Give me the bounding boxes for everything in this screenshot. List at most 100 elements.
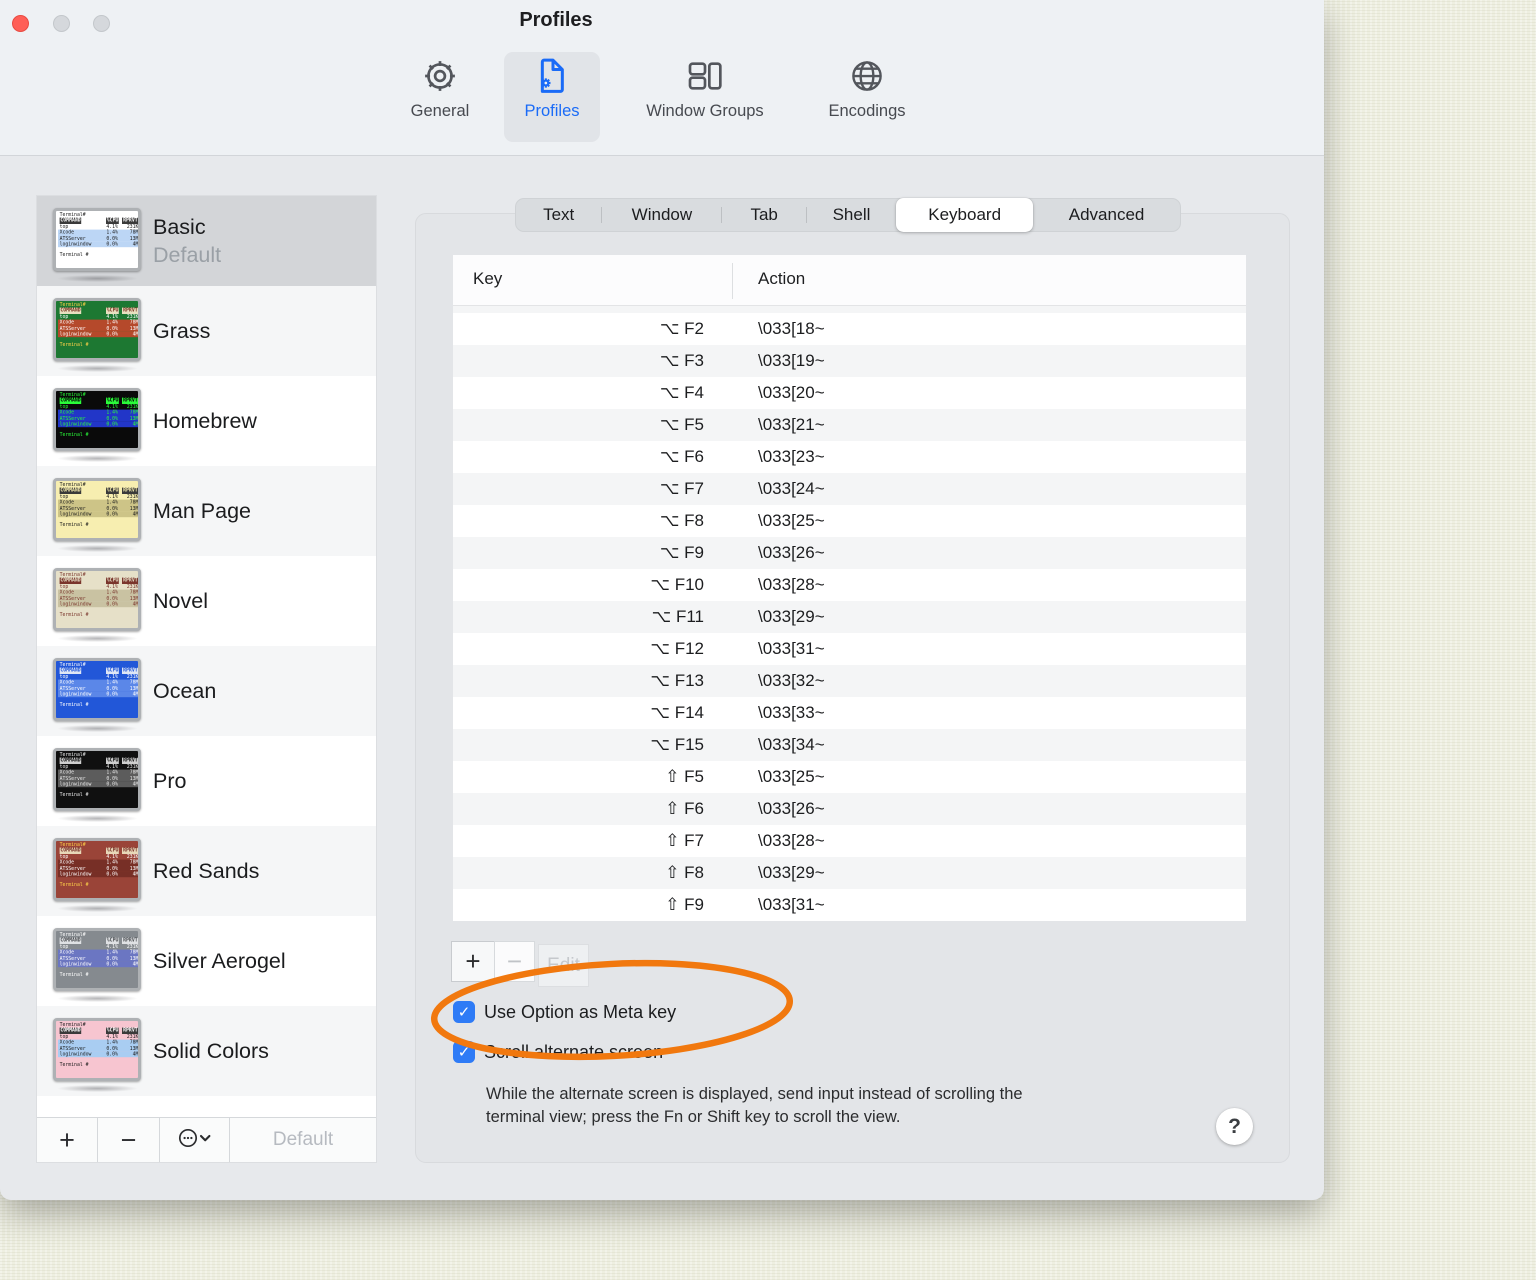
- key-cell: ⌥ F11: [651, 607, 704, 626]
- terminal-preview: Terminal# COMMAND %CPU RPRVT top 4.1% 231K Xcod…: [58, 212, 138, 268]
- terminal-preview-cell: loginwindow: [59, 871, 92, 878]
- key-mapping-row[interactable]: ⌥ F15 \033[34~: [453, 729, 1246, 761]
- key-mapping-row[interactable]: ⌥ F14 \033[33~: [453, 697, 1246, 729]
- action-cell: \033[26~: [758, 543, 825, 562]
- profile-row-grass[interactable]: Terminal# COMMAND %CPU RPRVT top 4.1% 231K Xcod…: [37, 286, 376, 376]
- profile-row-man-page[interactable]: Terminal# COMMAND %CPU RPRVT top 4.1% 231K Xcod…: [37, 466, 376, 556]
- tab-text[interactable]: Text: [516, 199, 601, 231]
- toolbar-item-encodings[interactable]: Encodings: [810, 52, 924, 142]
- toolbar-item-window-groups[interactable]: Window Groups: [622, 52, 788, 142]
- thumbnail-shadow: [58, 545, 137, 552]
- profile-row-homebrew[interactable]: Terminal# COMMAND %CPU RPRVT top 4.1% 231K Xcod…: [37, 376, 376, 466]
- terminal-preview: Terminal# COMMAND %CPU RPRVT top 4.1% 231K Xcod…: [58, 482, 138, 538]
- profile-name: Red Sands: [153, 858, 260, 883]
- key-mapping-row[interactable]: ⌥ F8 \033[25~: [453, 505, 1246, 537]
- titlebar: Profiles General Profiles Window Groups Enc…: [0, 0, 1324, 156]
- terminal-preview-prompt: Terminal #: [59, 432, 89, 438]
- terminal-preview-cell: 4M: [132, 871, 139, 878]
- profile-name: Solid Colors: [153, 1038, 269, 1063]
- thumbnail-shadow: [58, 365, 137, 372]
- toolbar-item-profiles[interactable]: Profiles: [504, 52, 600, 142]
- key-cell: ⇧ F5: [665, 767, 704, 786]
- add-key-mapping-button[interactable]: +: [451, 941, 495, 982]
- terminal-preview-cell: 4M: [132, 691, 139, 698]
- action-cell: \033[23~: [758, 447, 825, 466]
- key-mapping-row[interactable]: ⌥ F5 \033[21~: [453, 409, 1246, 441]
- action-cell: \033[31~: [758, 895, 825, 914]
- key-cell: ⌥ F7: [659, 479, 704, 498]
- table-header: Key Action: [453, 255, 1246, 306]
- add-profile-button[interactable]: +: [37, 1118, 98, 1162]
- profile-thumbnail: Terminal# COMMAND %CPU RPRVT top 4.1% 231K Xcod…: [53, 298, 141, 361]
- scroll-alternate-screen-checkbox[interactable]: [453, 1041, 475, 1063]
- terminal-preview-cell: loginwindow: [59, 961, 92, 968]
- set-default-button[interactable]: Default: [230, 1118, 376, 1162]
- profile-thumbnail: Terminal# COMMAND %CPU RPRVT top 4.1% 231K Xcod…: [53, 208, 141, 271]
- use-option-as-meta-key-checkbox[interactable]: [453, 1001, 475, 1023]
- action-column-header: Action: [758, 269, 806, 288]
- toolbar-item-general[interactable]: General: [398, 52, 482, 142]
- profile-row-red-sands[interactable]: Terminal# COMMAND %CPU RPRVT top 4.1% 231K Xcod…: [37, 826, 376, 916]
- key-mapping-row[interactable]: ⇧ F9 \033[31~: [453, 889, 1246, 921]
- key-mapping-row[interactable]: ⌥ F13 \033[32~: [453, 665, 1246, 697]
- profile-row-silver-aerogel[interactable]: Terminal# COMMAND %CPU RPRVT top 4.1% 231K Xcod…: [37, 916, 376, 1006]
- profile-thumbnail: Terminal# COMMAND %CPU RPRVT top 4.1% 231K Xcod…: [53, 568, 141, 631]
- remove-key-mapping-button[interactable]: −: [494, 941, 535, 982]
- key-mapping-row[interactable]: ⌥ F2 \033[18~: [453, 313, 1246, 345]
- key-mapping-row[interactable]: ⌥ F3 \033[19~: [453, 345, 1246, 377]
- key-mapping-row[interactable]: ⌥ F9 \033[26~: [453, 537, 1246, 569]
- action-cell: \033[34~: [758, 735, 825, 754]
- tab-shell[interactable]: Shell: [807, 199, 896, 231]
- gear-icon: [421, 52, 459, 100]
- profile-row-basic[interactable]: Terminal# COMMAND %CPU RPRVT top 4.1% 231K Xcod…: [37, 196, 376, 286]
- toolbar-item-label: Window Groups: [646, 102, 764, 120]
- profile-row-pro[interactable]: Terminal# COMMAND %CPU RPRVT top 4.1% 231K Xcod…: [37, 736, 376, 826]
- profile-row-solid-colors[interactable]: Terminal# COMMAND %CPU RPRVT top 4.1% 231K Xcod…: [37, 1006, 376, 1096]
- keyboard-settings-panel: Key Action ⌥ F2 \033[18~ ⌥ F3 \033[19~ ⌥ F4 \…: [415, 213, 1290, 1163]
- profile-labels: Homebrew: [153, 376, 257, 466]
- tab-keyboard[interactable]: Keyboard: [896, 198, 1034, 232]
- terminal-preview-row: loginwindow 0.0% 4M: [58, 871, 139, 878]
- terminal-preview-row: loginwindow 0.0% 4M: [58, 601, 138, 608]
- key-mapping-row[interactable]: ⌥ F10 \033[28~: [453, 569, 1246, 601]
- key-mapping-row[interactable]: ⌥ F11 \033[29~: [453, 601, 1246, 633]
- column-divider[interactable]: [732, 263, 733, 299]
- terminal-preview-row: loginwindow 0.0% 4M: [58, 511, 138, 518]
- terminal-preview-cell: 0.0%: [106, 421, 118, 428]
- terminal-preview-prompt: Terminal #: [59, 792, 89, 798]
- key-mapping-row[interactable]: ⇧ F5 \033[25~: [453, 761, 1246, 793]
- toolbar-item-label: General: [410, 102, 470, 120]
- terminal-preview-cell: 0.0%: [106, 691, 118, 698]
- profile-labels: Man Page: [153, 466, 251, 556]
- terminal-preview-row: loginwindow 0.0% 4M: [58, 691, 139, 698]
- profile-row-ocean[interactable]: Terminal# COMMAND %CPU RPRVT top 4.1% 231K Xcod…: [37, 646, 376, 736]
- thumbnail-shadow: [58, 635, 137, 642]
- thumbnail-shadow: [58, 725, 137, 732]
- key-mapping-row[interactable]: ⌥ F7 \033[24~: [453, 473, 1246, 505]
- profile-tabs: Text Window Tab Shell Keyboard Advanced: [515, 198, 1181, 232]
- key-cell: ⌥ F15: [650, 735, 704, 754]
- key-mapping-row[interactable]: ⇧ F7 \033[28~: [453, 825, 1246, 857]
- key-mapping-row[interactable]: ⌥ F4 \033[20~: [453, 377, 1246, 409]
- use-option-as-meta-key-row: Use Option as Meta key: [453, 1000, 676, 1024]
- tab-tab[interactable]: Tab: [722, 199, 805, 231]
- key-cell: ⌥ F13: [650, 671, 704, 690]
- key-mapping-row[interactable]: ⇧ F8 \033[29~: [453, 857, 1246, 889]
- tab-advanced[interactable]: Advanced: [1033, 199, 1180, 231]
- key-mapping-row[interactable]: ⌥ F6 \033[23~: [453, 441, 1246, 473]
- key-cell: ⌥ F14: [650, 703, 704, 722]
- profile-row-novel[interactable]: Terminal# COMMAND %CPU RPRVT top 4.1% 231K Xcod…: [37, 556, 376, 646]
- terminal-preview-prompt: Terminal #: [59, 882, 89, 888]
- key-mapping-row[interactable]: ⇧ F6 \033[26~: [453, 793, 1246, 825]
- profile-actions-menu-button[interactable]: [160, 1118, 230, 1162]
- terminal-preview-cell: loginwindow: [59, 241, 92, 248]
- terminal-preview: Terminal# COMMAND %CPU RPRVT top 4.1% 231K Xcod…: [58, 932, 138, 988]
- remove-profile-button[interactable]: −: [98, 1118, 160, 1162]
- action-cell: \033[28~: [758, 831, 825, 850]
- help-button[interactable]: ?: [1216, 1108, 1253, 1145]
- desktop-background: Profiles General Profiles Window Groups Enc…: [0, 0, 1536, 1280]
- checkbox-label: Use Option as Meta key: [484, 1001, 677, 1022]
- edit-key-mapping-button[interactable]: Edit: [538, 944, 589, 987]
- tab-window[interactable]: Window: [602, 199, 721, 231]
- key-mapping-row[interactable]: ⌥ F12 \033[31~: [453, 633, 1246, 665]
